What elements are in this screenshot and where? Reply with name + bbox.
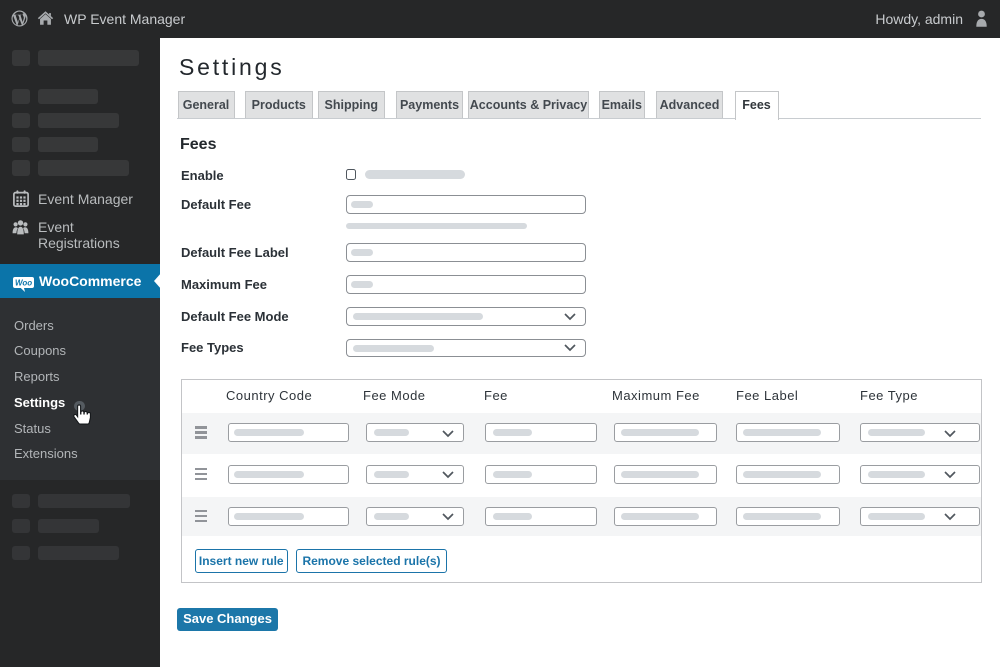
svg-text:Woo: Woo bbox=[15, 278, 32, 287]
